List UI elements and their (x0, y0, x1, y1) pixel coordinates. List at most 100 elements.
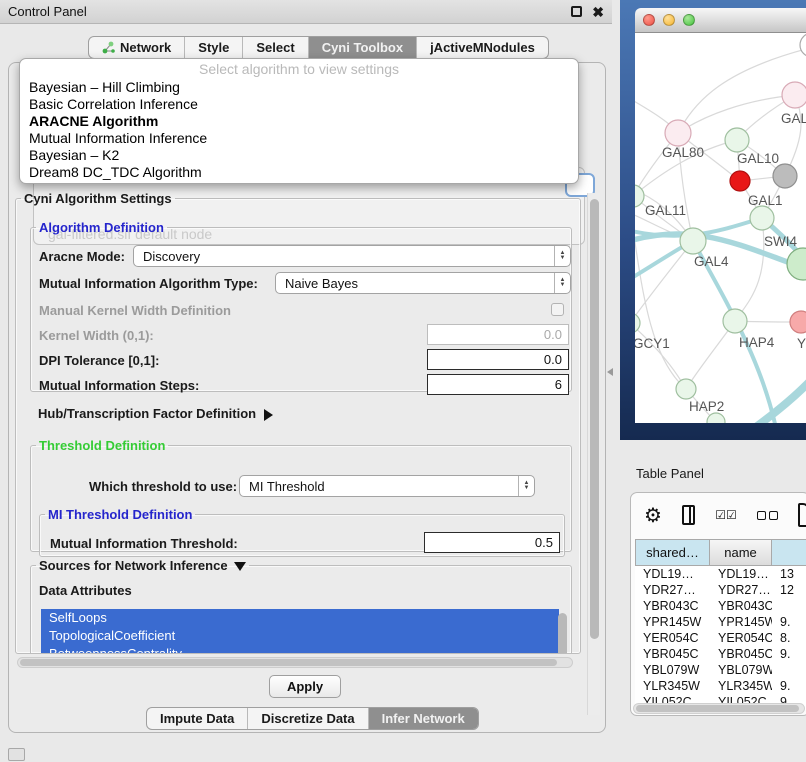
table-row[interactable]: YBL079WYBL079W (635, 662, 806, 678)
node-gal4[interactable] (680, 228, 706, 254)
close-icon[interactable]: ✖ (592, 5, 604, 19)
threshold-definition-legend: Threshold Definition (36, 438, 168, 453)
algorithm-option[interactable]: Mutual Information Inference (20, 130, 578, 147)
tab-discretize-data[interactable]: Discretize Data (248, 708, 368, 729)
node-hap4[interactable] (723, 309, 747, 333)
table-row[interactable]: YLR345WYLR345W9. (635, 678, 806, 694)
network-canvas[interactable]: GAL GAL80 GAL10 GAL1 GAL11 GAL4 SWI4 HAP… (635, 33, 806, 423)
sources-legend[interactable]: Sources for Network Inference (36, 558, 249, 573)
table-header-row: shared… name (635, 539, 806, 566)
settings-horizontal-scrollbar[interactable] (17, 657, 573, 668)
node-label: GAL4 (694, 254, 729, 269)
control-panel-title: Control Panel (8, 4, 87, 19)
panel-splitter-collapse-arrow[interactable] (607, 368, 613, 376)
mi-threshold-field[interactable]: 0.5 (424, 532, 560, 553)
hscroll-thumb[interactable] (20, 659, 557, 666)
kernel-width-field[interactable]: 0.0 (427, 324, 569, 345)
cell: YDR27… (635, 582, 710, 598)
column-header-shared-name[interactable]: shared… (635, 539, 710, 566)
algorithm-option-selected[interactable]: ARACNE Algorithm (20, 113, 578, 130)
table-horizontal-scrollbar[interactable] (633, 703, 805, 714)
mi-type-combo[interactable]: Naive Bayes ▲ ▼ (275, 272, 571, 294)
algorithm-option[interactable]: Basic Correlation Inference (20, 96, 578, 113)
node[interactable] (707, 413, 725, 423)
stepper-arrows-icon[interactable]: ▲ ▼ (554, 246, 570, 266)
manual-kernel-label: Manual Kernel Width Definition (39, 303, 231, 318)
stepper-arrows-icon[interactable]: ▲ ▼ (554, 273, 570, 293)
close-traffic-light-icon[interactable] (643, 14, 655, 26)
which-threshold-label: Which threshold to use: (89, 479, 237, 494)
table-row[interactable]: YDR27…YDR27…12 (635, 582, 806, 598)
tab-select[interactable]: Select (243, 37, 308, 58)
zoom-traffic-light-icon[interactable] (683, 14, 695, 26)
node-label: GAL (781, 111, 806, 126)
kernel-width-label: Kernel Width (0,1): (39, 328, 154, 343)
column-header-clipped[interactable] (772, 539, 806, 566)
tab-infer-network[interactable]: Infer Network (369, 708, 478, 729)
mi-steps-field[interactable]: 6 (427, 374, 569, 395)
data-attributes-list[interactable]: SelfLoops TopologicalCoefficient Between… (41, 609, 559, 654)
cell: YER054C (635, 630, 710, 646)
attribute-item[interactable]: TopologicalCoefficient (41, 627, 559, 645)
cell: YDR27… (710, 582, 772, 598)
expand-right-icon (264, 409, 273, 421)
node-gal10[interactable] (725, 128, 749, 152)
node-gal1-selected[interactable] (730, 171, 750, 191)
bottom-corner-widget[interactable] (8, 748, 25, 761)
which-threshold-value: MI Threshold (240, 479, 518, 494)
table-row[interactable]: YBR043CYBR043C (635, 598, 806, 614)
deselect-all-icon[interactable] (757, 511, 778, 520)
node-gcy1[interactable] (635, 313, 640, 333)
network-view-window: GAL GAL80 GAL10 GAL1 GAL11 GAL4 SWI4 HAP… (635, 8, 806, 423)
table-hscroll-thumb[interactable] (636, 705, 799, 712)
aracne-mode-combo[interactable]: Discovery ▲ ▼ (133, 245, 571, 267)
tab-network[interactable]: Network (89, 37, 185, 58)
attributes-list-scrollbar[interactable] (558, 613, 567, 654)
gear-icon[interactable]: ⚙ (644, 503, 662, 528)
node-swi4[interactable] (787, 248, 806, 280)
select-all-icon[interactable]: ☑☑ (715, 508, 737, 522)
node[interactable] (782, 82, 806, 108)
table-row[interactable]: YDL19…YDL19…13 (635, 566, 806, 582)
table-row[interactable]: YER054CYER054C8. (635, 630, 806, 646)
settings-vertical-scrollbar[interactable] (587, 193, 600, 715)
dpi-tolerance-label: DPI Tolerance [0,1]: (39, 353, 159, 368)
node-salmon[interactable] (790, 311, 806, 333)
hub-definition-label: Hub/Transcription Factor Definition (38, 406, 256, 421)
algorithm-option[interactable]: Dream8 DC_TDC Algorithm (20, 164, 578, 181)
node-gal80[interactable] (665, 120, 691, 146)
split-view-icon[interactable] (682, 505, 695, 525)
vscroll-thumb[interactable] (590, 199, 599, 639)
apply-button[interactable]: Apply (269, 675, 341, 698)
stepper-arrows-icon[interactable]: ▲ ▼ (518, 476, 534, 496)
algorithm-option[interactable]: Bayesian – Hill Climbing (20, 79, 578, 96)
which-threshold-combo[interactable]: MI Threshold ▲ ▼ (239, 475, 535, 497)
dpi-tolerance-field[interactable]: 0.0 (427, 349, 569, 370)
tab-select-label: Select (256, 40, 294, 55)
table-row[interactable]: YPR145WYPR145W9. (635, 614, 806, 630)
node-light-green[interactable] (750, 206, 774, 230)
hub-definition-toggle[interactable]: Hub/Transcription Factor Definition (38, 406, 273, 421)
algorithm-option[interactable]: Bayesian – K2 (20, 147, 578, 164)
document-icon[interactable] (798, 503, 806, 527)
attribute-item[interactable]: SelfLoops (41, 609, 559, 627)
minimize-traffic-light-icon[interactable] (663, 14, 675, 26)
node-hap2[interactable] (676, 379, 696, 399)
node-label: Y (797, 336, 806, 351)
manual-kernel-checkbox[interactable] (551, 303, 564, 316)
table-body: YDL19…YDL19…13 YDR27…YDR27…12 YBR043CYBR… (635, 566, 806, 710)
attribute-item[interactable]: BetweennessCentrality (41, 645, 559, 654)
tab-impute-data[interactable]: Impute Data (147, 708, 248, 729)
node[interactable] (800, 33, 806, 57)
tab-jactivemnodules[interactable]: jActiveMNodules (417, 37, 548, 58)
node-label: GAL11 (645, 203, 686, 218)
table-row[interactable]: YBR045CYBR045C9. (635, 646, 806, 662)
cyni-settings-legend: Cyni Algorithm Settings (21, 191, 175, 206)
stepper-down-icon: ▼ (524, 486, 530, 491)
float-window-icon[interactable] (571, 6, 582, 17)
network-window-titlebar[interactable] (635, 8, 806, 33)
column-header-name[interactable]: name (710, 539, 772, 566)
node-gray[interactable] (773, 164, 797, 188)
tab-cyni-toolbox[interactable]: Cyni Toolbox (309, 37, 417, 58)
tab-style[interactable]: Style (185, 37, 243, 58)
